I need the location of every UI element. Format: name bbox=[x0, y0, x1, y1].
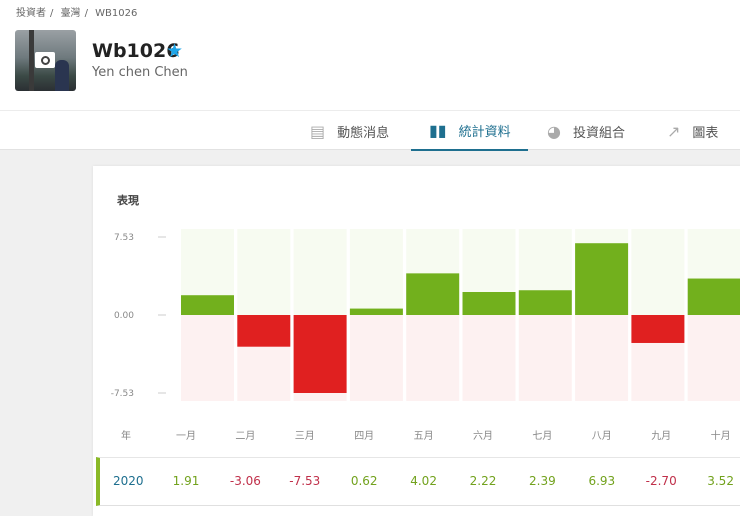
tab-portfolio[interactable]: ◕ 投資組合 bbox=[547, 111, 625, 151]
tab-bar: ▤ 動態消息 ▮▮ 統計資料 ◕ 投資組合 ↗ 圖表 bbox=[0, 110, 740, 151]
breadcrumb-investors[interactable]: 投資者 bbox=[16, 8, 46, 19]
month-label: 九月 bbox=[651, 431, 672, 442]
month-label: 一月 bbox=[176, 431, 196, 442]
month-value: 0.62 bbox=[350, 474, 378, 488]
month-value: 6.93 bbox=[588, 474, 616, 488]
feed-icon: ▤ bbox=[310, 121, 326, 141]
tab-label: 圖表 bbox=[692, 125, 719, 141]
month-value: 3.52 bbox=[707, 474, 734, 488]
month-label: 二月 bbox=[235, 431, 256, 442]
profile-header: 投資者 / 臺灣 / WB1026 Wb1026 ★ Yen chen Chen ▤… bbox=[0, 0, 740, 151]
breadcrumb: 投資者 / 臺灣 / WB1026 bbox=[16, 8, 138, 19]
month-label: 十月 bbox=[710, 431, 731, 442]
month-label: 四月 bbox=[354, 431, 375, 442]
avatar[interactable] bbox=[15, 30, 76, 91]
month-label: 七月 bbox=[532, 431, 553, 442]
tab-label: 統計資料 bbox=[458, 124, 511, 140]
bar-chart-icon: ▮▮ bbox=[429, 120, 447, 140]
breadcrumb-taiwan[interactable]: 臺灣 bbox=[61, 8, 81, 19]
month-value: 1.91 bbox=[172, 474, 200, 488]
month-value: 2.39 bbox=[529, 474, 556, 488]
year-header: 年 bbox=[121, 431, 131, 442]
month-label: 六月 bbox=[473, 431, 493, 442]
month-value: -3.06 bbox=[229, 474, 261, 488]
year-cell[interactable]: 2020 bbox=[113, 474, 144, 488]
month-label: 五月 bbox=[413, 431, 434, 442]
month-value: 2.22 bbox=[469, 474, 497, 488]
trend-chart-icon: ↗ bbox=[667, 121, 681, 141]
tab-label: 投資組合 bbox=[572, 125, 625, 141]
tab-feed[interactable]: ▤ 動態消息 bbox=[310, 111, 389, 151]
pie-chart-icon: ◕ bbox=[547, 121, 561, 141]
tab-label: 動態消息 bbox=[337, 125, 390, 141]
full-name: Yen chen Chen bbox=[92, 65, 188, 80]
star-icon[interactable]: ★ bbox=[166, 40, 183, 62]
camera-icon[interactable] bbox=[35, 52, 55, 68]
tab-stats[interactable]: ▮▮ 統計資料 bbox=[411, 111, 528, 151]
month-label: 三月 bbox=[294, 431, 315, 442]
month-value: -2.70 bbox=[645, 474, 677, 488]
month-value: -7.53 bbox=[289, 474, 321, 488]
section-title: 表現 bbox=[117, 194, 139, 207]
tab-charts[interactable]: ↗ 圖表 bbox=[667, 111, 718, 151]
breadcrumb-current: WB1026 bbox=[95, 8, 138, 19]
month-label: 八月 bbox=[591, 431, 612, 442]
month-value: 4.02 bbox=[410, 474, 437, 488]
